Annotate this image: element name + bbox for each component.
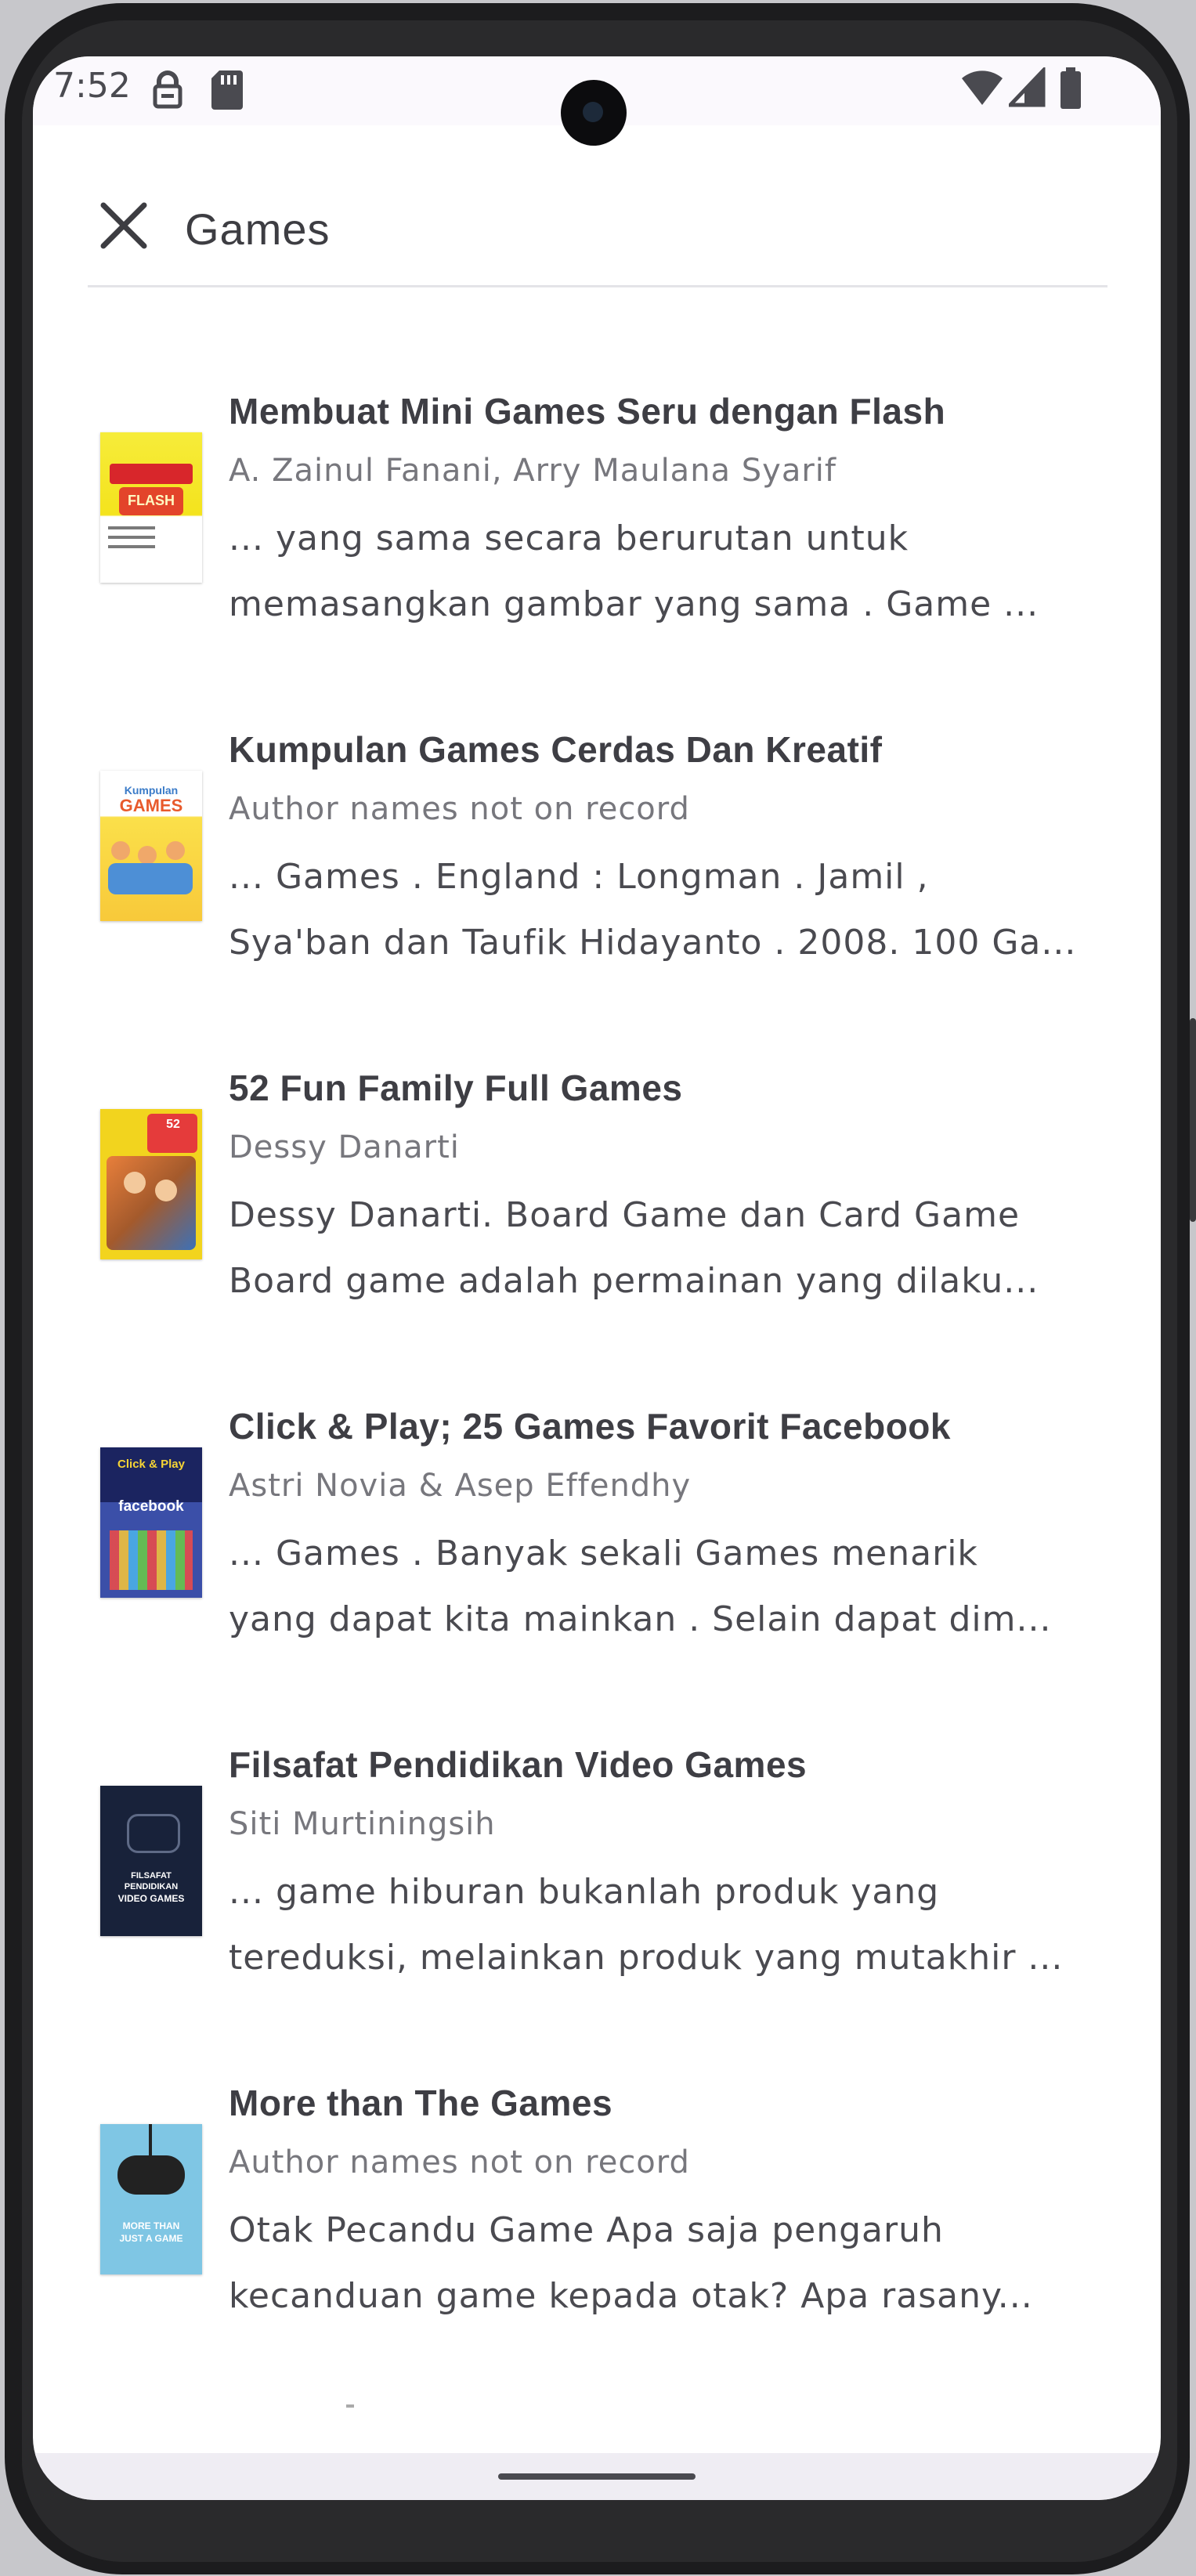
- book-author: Author names not on record: [229, 2144, 690, 2180]
- close-icon: [100, 202, 147, 249]
- book-author: Author names not on record: [229, 791, 690, 827]
- book-cover: Kumpulan GAMES: [100, 771, 202, 921]
- book-snippet: Dessy Danarti. Board Game dan Card Game …: [229, 1183, 1089, 1314]
- book-list-item[interactable]: MORE THAN JUST A GAME More than The Game…: [33, 2077, 1161, 2336]
- sd-card-icon: [210, 67, 244, 114]
- vpn-key-icon: [150, 67, 185, 114]
- book-list-item[interactable]: Kumpulan GAMES Kumpulan Games Cerdas Dan…: [33, 724, 1161, 982]
- header-divider: [88, 285, 1107, 287]
- book-list-item[interactable]: Click & Play facebook Click & Play; 25 G…: [33, 1400, 1161, 1659]
- gesture-handle[interactable]: [498, 2473, 696, 2480]
- book-list-item[interactable]: FLASH Membuat Mini Games Seru dengan Fla…: [33, 385, 1161, 644]
- book-title: Kumpulan Games Cerdas Dan Kreatif: [229, 729, 883, 770]
- book-author: Siti Murtiningsih: [229, 1806, 496, 1842]
- book-snippet: ... Games . Banyak sekali Games menarik …: [229, 1521, 1089, 1653]
- screen: 7:52 Games FLASH Membuat Mini Games Seru…: [33, 56, 1161, 2500]
- snippet-line: ... game hiburan bukanlah produk yang: [229, 1872, 940, 1912]
- book-list-item[interactable]: 52 52 Fun Family Full Games Dessy Danart…: [33, 1062, 1161, 1321]
- front-camera: [561, 80, 627, 146]
- book-title: More than The Games: [229, 2083, 613, 2123]
- book-snippet: ... Games . England : Longman . Jamil , …: [229, 844, 1089, 976]
- book-author: Astri Novia & Asep Effendhy: [229, 1468, 692, 1504]
- battery-icon: [1059, 67, 1082, 114]
- book-cover: FILSAFAT PENDIDIKAN VIDEO GAMES: [100, 1786, 202, 1936]
- snippet-line: kecanduan game kepada otak? Apa rasany..…: [229, 2276, 1033, 2316]
- book-snippet: Otak Pecandu Game Apa saja pengaruh keca…: [229, 2198, 1089, 2329]
- snippet-line: Board game adalah permainan yang dilaku.…: [229, 1261, 1039, 1301]
- status-bar: 7:52: [33, 56, 1161, 146]
- navigation-bar: [33, 2453, 1161, 2500]
- snippet-line: tereduksi, melainkan produk yang mutakhi…: [229, 1938, 1064, 1978]
- snippet-line: yang dapat kita mainkan . Selain dapat d…: [229, 1599, 1052, 1639]
- snippet-line: ... Games . England : Longman . Jamil ,: [229, 857, 929, 897]
- next-item-peek: [346, 2404, 354, 2408]
- book-author: A. Zainul Fanani, Arry Maulana Syarif: [229, 453, 836, 489]
- book-cover: Click & Play facebook: [100, 1447, 202, 1598]
- book-list-item[interactable]: FILSAFAT PENDIDIKAN VIDEO GAMES Filsafat…: [33, 1739, 1161, 1997]
- book-author: Dessy Danarti: [229, 1129, 460, 1165]
- page-title: Games: [185, 204, 331, 254]
- device-frame: 7:52 Games FLASH Membuat Mini Games Seru…: [0, 0, 1196, 2576]
- book-title: Filsafat Pendidikan Video Games: [229, 1744, 808, 1785]
- snippet-line: Sya'ban dan Taufik Hidayanto . 2008. 100…: [229, 923, 1077, 963]
- snippet-line: ... Games . Banyak sekali Games menarik: [229, 1534, 978, 1573]
- book-cover: FLASH: [100, 432, 202, 583]
- book-cover: 52: [100, 1109, 202, 1259]
- snippet-line: memasangkan gambar yang sama . Game ...: [229, 584, 1039, 624]
- cellular-signal-icon: [1006, 65, 1046, 111]
- close-button[interactable]: [92, 194, 155, 257]
- book-title: Click & Play; 25 Games Favorit Facebook: [229, 1406, 951, 1447]
- book-snippet: ... game hiburan bukanlah produk yang te…: [229, 1859, 1089, 1991]
- book-snippet: ... yang sama secara berurutan untuk mem…: [229, 506, 1089, 638]
- snippet-line: ... yang sama secara berurutan untuk: [229, 518, 909, 558]
- book-cover: MORE THAN JUST A GAME: [100, 2124, 202, 2274]
- wifi-icon: [960, 67, 1004, 111]
- snippet-line: Otak Pecandu Game Apa saja pengaruh: [229, 2210, 944, 2250]
- app-bar: Games: [33, 158, 1161, 276]
- status-time: 7:52: [53, 66, 131, 106]
- book-title: 52 Fun Family Full Games: [229, 1068, 683, 1108]
- device-side-button: [1190, 1018, 1196, 1222]
- snippet-line: Dessy Danarti. Board Game dan Card Game: [229, 1195, 1021, 1235]
- book-title: Membuat Mini Games Seru dengan Flash: [229, 391, 946, 432]
